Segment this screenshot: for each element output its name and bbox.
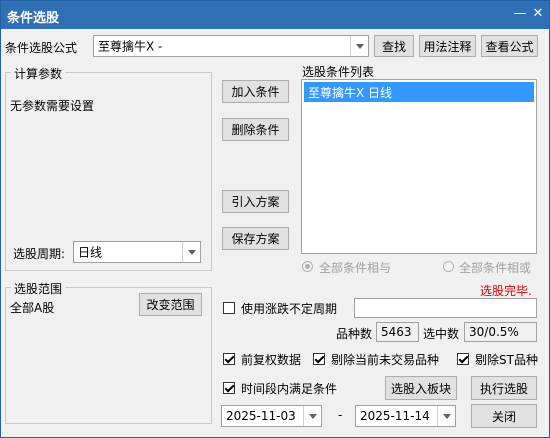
list-item[interactable]: 至尊擒牛X 日线: [304, 82, 534, 102]
title-bar: 条件选股 — ✕: [1, 1, 549, 29]
logic-or-radio[interactable]: [443, 261, 454, 272]
find-button[interactable]: 查找: [374, 35, 414, 57]
scope-title: 选股范围: [11, 280, 66, 297]
exclude-st-label: 剔除ST品种: [475, 353, 538, 367]
formula-combo[interactable]: 至尊擒牛X -: [93, 35, 369, 57]
chevron-down-icon[interactable]: [350, 36, 368, 56]
exclude-nontrading-checkbox[interactable]: [313, 353, 325, 365]
scope-value: 全部A股: [10, 301, 55, 315]
period-label: 选股周期:: [13, 247, 66, 261]
import-plan-button[interactable]: 引入方案: [222, 190, 289, 213]
minimize-icon[interactable]: —: [513, 6, 527, 22]
delete-condition-button[interactable]: 删除条件: [222, 118, 289, 141]
close-icon[interactable]: ✕: [531, 6, 545, 22]
logic-and-label: 全部条件相与: [319, 261, 392, 275]
condition-stock-picker-window: 条件选股 — ✕ 条件选股公式 至尊擒牛X - 查找 用法注释 查看公式 计算参…: [0, 0, 550, 438]
chevron-down-icon[interactable]: [303, 406, 321, 426]
period-value: 日线: [78, 245, 103, 260]
time-range-label: 时间段内满足条件: [241, 382, 338, 396]
adjusted-data-label: 前复权数据: [241, 353, 302, 367]
exclude-st-checkbox[interactable]: [457, 353, 469, 365]
variable-period-input[interactable]: [354, 298, 537, 318]
status-text: 选股完毕.: [480, 284, 532, 298]
count-label: 品种数: [336, 327, 373, 341]
variable-period-label: 使用涨跌不定周期: [241, 302, 338, 316]
usage-notes-button[interactable]: 用法注释: [419, 35, 476, 57]
condition-list[interactable]: 至尊擒牛X 日线: [301, 79, 537, 254]
calc-params-title: 计算参数: [11, 65, 66, 82]
window-title: 条件选股: [7, 11, 60, 26]
add-condition-button[interactable]: 加入条件: [222, 80, 289, 103]
start-date-picker[interactable]: 2025-11-03: [221, 405, 322, 427]
time-range-checkbox[interactable]: [223, 382, 235, 394]
save-plan-button[interactable]: 保存方案: [222, 227, 289, 250]
variable-period-checkbox[interactable]: [223, 302, 235, 314]
end-date-picker[interactable]: 2025-11-14: [355, 405, 456, 427]
no-params-text: 无参数需要设置: [10, 99, 95, 113]
formula-label: 条件选股公式: [5, 41, 78, 55]
view-formula-button[interactable]: 查看公式: [481, 35, 538, 57]
logic-or-label: 全部条件相或: [459, 261, 532, 275]
count-value: 5463: [376, 322, 419, 342]
end-date-value: 2025-11-14: [360, 409, 430, 423]
start-date-value: 2025-11-03: [226, 409, 296, 423]
adjusted-data-checkbox[interactable]: [223, 353, 235, 365]
close-button[interactable]: 关闭: [471, 404, 537, 428]
formula-value: 至尊擒牛X -: [98, 39, 163, 54]
condition-list-title: 选股条件列表: [302, 65, 375, 79]
execute-button[interactable]: 执行选股: [471, 376, 537, 400]
chevron-down-icon[interactable]: [437, 406, 455, 426]
exclude-nontrading-label: 剔除当前未交易品种: [331, 353, 440, 367]
date-separator: -: [338, 408, 343, 422]
change-scope-button[interactable]: 改变范围: [139, 293, 202, 316]
selected-value: 30/0.5%: [464, 322, 537, 342]
logic-and-radio[interactable]: [302, 261, 313, 272]
period-combo[interactable]: 日线: [73, 241, 201, 263]
add-to-block-button[interactable]: 选股入板块: [385, 376, 457, 400]
chevron-down-icon[interactable]: [182, 242, 200, 262]
selected-label: 选中数: [423, 327, 460, 341]
